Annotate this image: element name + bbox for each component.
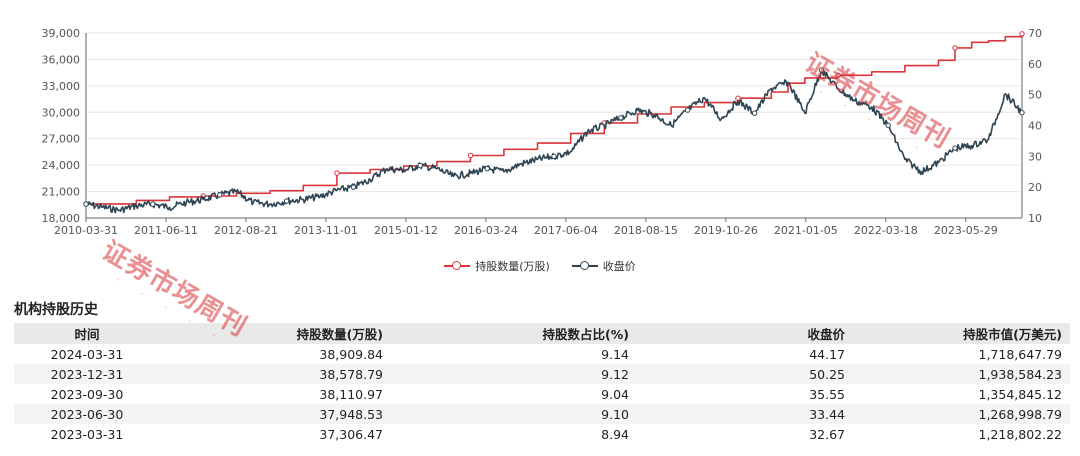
point-holdings xyxy=(467,152,474,159)
cell-share-pct: 9.10 xyxy=(391,404,637,424)
table-row: 2023-06-30 37,948.53 9.10 33.44 1,268,99… xyxy=(14,404,1070,424)
legend-line-circle-icon xyxy=(571,261,598,271)
table-row: 2023-12-31 38,578.79 9.12 50.25 1,938,58… xyxy=(14,364,1070,384)
cell-close: 33.44 xyxy=(637,404,853,424)
y-left-tick-label: 27,000 xyxy=(42,133,81,146)
cell-share-pct: 8.94 xyxy=(601,426,629,442)
x-tick-label: 2010-03-31 xyxy=(54,224,118,237)
point-close-price xyxy=(417,162,423,169)
point-holdings xyxy=(735,95,741,101)
legend-line-circle-icon xyxy=(444,261,471,271)
cell-market-value: 1,938,584.23 xyxy=(853,364,1070,384)
point-close-price xyxy=(217,192,223,198)
y-left-tick-label: 30,000 xyxy=(42,106,81,119)
cell-date: 2023-12-31 xyxy=(14,364,160,384)
y-left-tick-label: 36,000 xyxy=(42,53,81,66)
x-tick-label: 2018-08-15 xyxy=(614,224,678,237)
table-row: 2024-03-31 38,909.84 9.14 44.17 1,718,64… xyxy=(14,344,1070,364)
cell-shares: 38,578.79 xyxy=(160,364,391,384)
point-close-price xyxy=(83,201,89,207)
y-right-tick-label: 10 xyxy=(1028,212,1042,225)
cell-date: 2024-03-31 xyxy=(50,346,124,362)
y-right-tick-label: 70 xyxy=(1028,27,1042,40)
point-close-price xyxy=(150,201,156,207)
line-chart: 18,00021,00024,00027,00030,00033,00036,0… xyxy=(42,27,1043,237)
x-tick-label: 2019-10-26 xyxy=(694,224,758,237)
x-tick-label: 2022-03-18 xyxy=(854,224,918,237)
cell-shares: 38,110.97 xyxy=(319,386,383,402)
cell-market-value: 1,268,998.79 xyxy=(853,404,1070,424)
cell-close: 32.67 xyxy=(809,426,845,442)
cell-close: 44.17 xyxy=(809,346,845,362)
y-left-tick-label: 24,000 xyxy=(42,159,81,172)
cell-shares: 37,306.47 xyxy=(319,426,383,442)
cell-shares: 37,948.53 xyxy=(160,404,391,424)
x-tick-label: 2016-03-24 xyxy=(454,224,518,237)
point-close-price xyxy=(751,110,758,116)
column-header-shares: 持股数量(万股) xyxy=(160,323,391,344)
holdings-history-table: 时间 持股数量(万股) 持股数占比(%) 收盘价 持股市值(万美元) 2024-… xyxy=(14,323,1070,444)
x-tick-label: 2023-05-29 xyxy=(934,224,998,237)
legend-label: 持股数量(万股) xyxy=(475,260,550,273)
legend-item-holdings[interactable]: 持股数量(万股) xyxy=(444,258,550,274)
section-title: 机构持股历史 xyxy=(14,302,98,318)
cell-shares: 38,909.84 xyxy=(319,346,383,362)
cell-share-pct: 9.04 xyxy=(601,386,629,402)
x-tick-label: 2015-01-12 xyxy=(374,224,438,237)
chart-legend: 持股数量(万股) 收盘价 xyxy=(0,256,1080,276)
point-close-price xyxy=(952,145,958,151)
point-close-price xyxy=(618,115,624,121)
point-holdings xyxy=(952,45,958,51)
y-left-tick-label: 21,000 xyxy=(42,186,81,199)
point-holdings xyxy=(1019,31,1025,37)
x-tick-label: 2017-06-04 xyxy=(534,224,598,237)
column-header-share-pct: 持股数占比(%) xyxy=(391,323,637,344)
table-header-row: 时间 持股数量(万股) 持股数占比(%) 收盘价 持股市值(万美元) xyxy=(14,323,1070,344)
x-tick-label: 2021-01-05 xyxy=(774,224,838,237)
column-header-date: 时间 xyxy=(14,323,160,344)
cell-date: 2023-06-30 xyxy=(14,404,160,424)
cell-date: 2023-03-31 xyxy=(50,426,124,442)
point-close-price xyxy=(484,165,490,172)
x-tick-label: 2012-08-21 xyxy=(214,224,278,237)
point-close-price xyxy=(885,122,891,129)
y-right-tick-label: 20 xyxy=(1028,181,1042,194)
chart-area: 18,000 21,000 24,000 27,000 30,000 33,000 36,0… xyxy=(0,0,1080,250)
cell-market-value: 1,718,647.79 xyxy=(978,346,1063,362)
cell-date: 2023-09-30 xyxy=(50,386,124,402)
y-right-tick-label: 60 xyxy=(1028,58,1042,71)
point-close-price xyxy=(818,67,825,73)
x-tick-label: 2013-11-01 xyxy=(294,224,358,237)
y-left-tick-label: 33,000 xyxy=(42,80,81,93)
cell-share-pct: 9.14 xyxy=(601,346,629,362)
y-right-tick-label: 30 xyxy=(1028,150,1042,163)
y-left-tick-label: 39,000 xyxy=(42,27,81,40)
table-row: 2023-03-31 37,306.47 8.94 32.67 1,218,80… xyxy=(14,424,1070,444)
y-right-tick-label: 40 xyxy=(1028,120,1042,133)
x-tick-label: 2011-06-11 xyxy=(134,224,198,237)
y-right-tick-label: 50 xyxy=(1028,89,1042,102)
point-close-price xyxy=(551,153,557,160)
cell-market-value: 1,218,802.22 xyxy=(978,426,1063,442)
point-close-price xyxy=(350,184,357,190)
point-close-price xyxy=(684,107,691,113)
point-holdings xyxy=(835,72,841,78)
point-holdings xyxy=(334,170,340,176)
column-header-market-value: 持股市值(万美元) xyxy=(853,323,1070,344)
cell-close: 35.55 xyxy=(809,386,845,402)
point-close-price xyxy=(1019,109,1025,116)
legend-label: 收盘价 xyxy=(602,260,636,273)
cell-close: 50.25 xyxy=(637,364,853,384)
point-close-price xyxy=(283,198,290,204)
column-header-close: 收盘价 xyxy=(637,323,853,344)
cell-share-pct: 9.12 xyxy=(391,364,637,384)
table-row: 2023-09-30 38,110.97 9.04 35.55 1,354,84… xyxy=(14,384,1070,404)
legend-item-close-price[interactable]: 收盘价 xyxy=(571,258,636,274)
cell-market-value: 1,354,845.12 xyxy=(978,386,1063,402)
